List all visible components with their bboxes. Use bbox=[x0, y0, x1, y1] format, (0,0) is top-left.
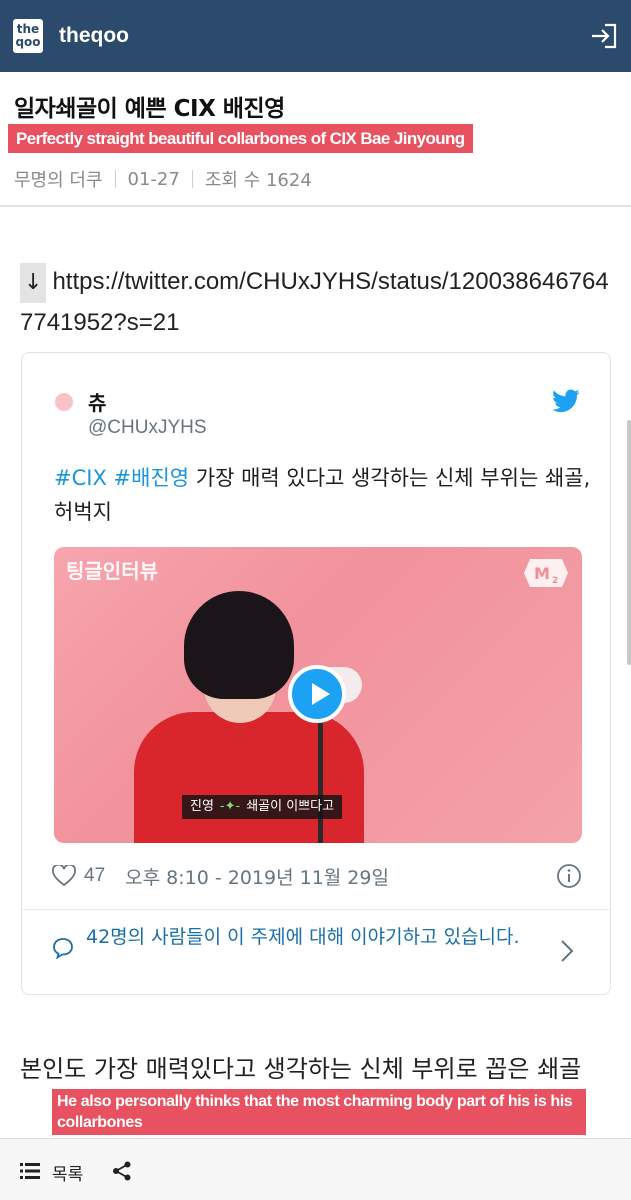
site-logo[interactable]: the qoo bbox=[13, 19, 43, 53]
body-translation: He also personally thinks that the most … bbox=[52, 1089, 586, 1135]
tweet-divider bbox=[22, 909, 610, 910]
heart-icon[interactable] bbox=[52, 865, 76, 887]
view-count: 조회 수 1624 bbox=[204, 170, 312, 191]
top-bar: the qoo theqoo bbox=[0, 0, 631, 72]
hashtag-jinyoung[interactable]: #배진영 bbox=[114, 466, 190, 490]
tweet-footer: 47 오후 8:10 - 2019년 11월 29일 bbox=[52, 861, 582, 891]
tweet-link[interactable]: https://twitter.com/CHUxJYHS/status/1200… bbox=[20, 268, 609, 336]
video-person-body bbox=[134, 712, 364, 843]
m2-logo-icon: M 2 bbox=[524, 559, 568, 587]
list-button[interactable]: 목록 bbox=[52, 1160, 83, 1185]
chevron-right-icon[interactable] bbox=[560, 939, 574, 963]
video-subtitle: 진영 -✦- 쇄골이 이쁘다고 bbox=[182, 795, 343, 819]
twitter-bird-icon[interactable] bbox=[552, 389, 580, 413]
tweet-link-line: ↓ https://twitter.com/CHUxJYHS/status/120… bbox=[20, 262, 620, 343]
list-icon[interactable] bbox=[20, 1163, 40, 1179]
tweet-video[interactable]: 팅글인터뷰 M 2 진영 -✦- 쇄골이 이쁘다고 bbox=[54, 547, 582, 843]
subtitle-speaker: 진영 bbox=[190, 799, 214, 814]
tweet-timestamp[interactable]: 오후 8:10 - 2019년 11월 29일 bbox=[125, 863, 389, 890]
post-body-text: 본인도 가장 매력있다고 생각하는 신체 부위로 꼽은 쇄골 bbox=[20, 1055, 582, 1083]
tweet-author-name[interactable]: 츄 bbox=[88, 387, 106, 416]
site-name[interactable]: theqoo bbox=[59, 24, 129, 48]
logo-text-bottom: qoo bbox=[15, 35, 41, 49]
svg-text:M: M bbox=[534, 564, 550, 583]
post-title: 일자쇄골이 예쁜 CIX 배진영 bbox=[14, 96, 285, 122]
embedded-tweet[interactable]: 츄 @CHUxJYHS #CIX #배진영 가장 매력 있다고 생각하는 신체 … bbox=[21, 352, 611, 995]
conversation-link[interactable]: 42명의 사람들이 이 주제에 대해 이야기하고 있습니다. bbox=[52, 923, 572, 959]
author: 무명의 더쿠 bbox=[14, 170, 103, 191]
bottom-bar: 목록 bbox=[0, 1138, 631, 1200]
meta-separator bbox=[191, 170, 193, 188]
down-arrow-icon: ↓ bbox=[20, 263, 47, 303]
share-icon[interactable] bbox=[112, 1161, 132, 1181]
avatar[interactable] bbox=[55, 393, 73, 411]
play-button[interactable] bbox=[288, 665, 346, 723]
meta-separator bbox=[114, 170, 116, 188]
hashtag-cix[interactable]: #CIX bbox=[54, 466, 107, 490]
info-icon[interactable] bbox=[556, 863, 582, 889]
conversation-text[interactable]: 42명의 사람들이 이 주제에 대해 이야기하고 있습니다. bbox=[86, 923, 572, 952]
post-date: 01-27 bbox=[127, 168, 180, 190]
tweet-author-handle[interactable]: @CHUxJYHS bbox=[88, 417, 207, 439]
video-overlay-title: 팅글인터뷰 bbox=[66, 559, 158, 583]
video-person-hair bbox=[184, 591, 294, 699]
title-translation: Perfectly straight beautiful collarbones… bbox=[8, 124, 473, 153]
play-icon bbox=[312, 683, 330, 705]
post-meta: 무명의 더쿠 01-27 조회 수 1624 bbox=[14, 166, 312, 192]
speech-bubble-icon bbox=[53, 938, 73, 959]
subtitle-text: 쇄골이 이쁘다고 bbox=[246, 799, 335, 814]
tweet-text: #CIX #배진영 가장 매력 있다고 생각하는 신체 부위는 쇄골, 허벅지 bbox=[54, 461, 594, 529]
like-count: 47 bbox=[84, 865, 106, 886]
subtitle-wave: -✦- bbox=[219, 799, 241, 814]
divider bbox=[0, 205, 631, 207]
svg-text:2: 2 bbox=[552, 576, 558, 586]
login-icon[interactable] bbox=[589, 22, 619, 50]
scrollbar[interactable] bbox=[627, 420, 631, 665]
